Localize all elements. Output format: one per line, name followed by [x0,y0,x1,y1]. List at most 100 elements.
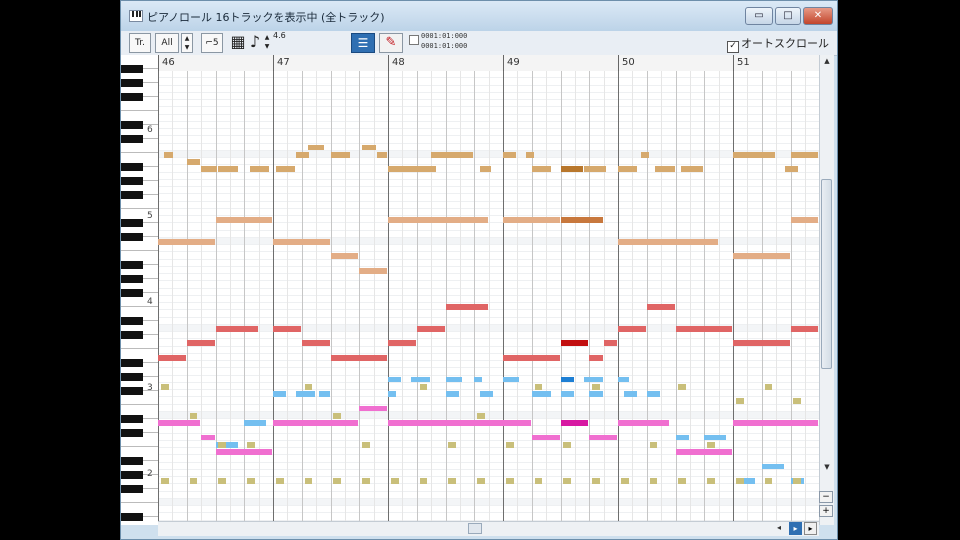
note-block[interactable] [333,478,341,484]
black-key[interactable] [121,219,143,227]
note-block[interactable] [304,383,313,390]
note-block[interactable] [589,434,617,441]
note-block[interactable] [273,420,359,426]
piano-keyboard[interactable]: 6 5 4 3 2 [121,55,159,525]
note-block[interactable] [307,144,324,151]
note-block[interactable] [419,478,428,484]
note-icon[interactable]: ♪ [249,33,261,53]
note-block[interactable] [681,166,704,172]
note-block[interactable] [390,478,399,484]
note-block[interactable] [431,151,448,158]
note-block[interactable] [330,253,359,259]
black-key[interactable] [121,121,143,129]
note-block[interactable] [388,340,416,346]
black-key[interactable] [121,93,143,101]
title-bar[interactable]: ピアノロール 16トラックを表示中 (全トラック) ▭ □ ✕ [121,1,837,31]
track-spin-icon[interactable]: ▲ ▼ [181,33,193,53]
note-grid[interactable] [158,71,819,521]
duration-button[interactable]: ⌐5 [201,33,223,53]
horizontal-scrollbar[interactable]: ◂ ▸ ▸ [158,521,819,536]
scroll-up-icon[interactable]: ▲ [821,57,833,67]
black-key[interactable] [121,471,143,479]
note-block[interactable] [388,217,488,223]
black-key[interactable] [121,289,143,297]
note-block[interactable] [215,449,272,455]
auto-scroll-option[interactable]: ✓ オートスクロール [727,35,829,53]
note-block[interactable] [618,325,646,332]
note-block[interactable] [560,217,603,223]
note-block[interactable] [784,166,799,172]
note-block[interactable] [275,478,284,484]
note-block[interactable] [707,441,715,448]
horizontal-scroll-thumb[interactable] [468,523,482,534]
note-block[interactable] [764,383,773,390]
note-block[interactable] [735,398,744,404]
note-block[interactable] [419,383,428,390]
note-block[interactable] [480,166,491,172]
black-key[interactable] [121,513,143,521]
note-block[interactable] [301,340,330,346]
black-key[interactable] [121,135,143,143]
measure-marker[interactable]: 51 [733,55,750,71]
note-block[interactable] [675,449,732,455]
note-block[interactable] [296,151,310,158]
scroll-right-end-icon[interactable]: ▸ [804,522,817,535]
note-block[interactable] [560,391,574,397]
note-block[interactable] [534,478,543,484]
minimize-button[interactable]: ▭ [745,7,773,25]
note-block[interactable] [583,376,603,383]
note-block[interactable] [333,412,341,419]
note-block[interactable] [186,340,215,346]
note-block[interactable] [603,340,617,346]
note-block[interactable] [704,434,727,441]
note-block[interactable] [319,391,330,397]
black-key[interactable] [121,317,143,325]
note-block[interactable] [445,304,488,310]
note-block[interactable] [416,325,445,332]
note-block[interactable] [503,151,517,158]
black-key[interactable] [121,373,143,381]
note-block[interactable] [790,325,819,332]
note-block[interactable] [244,420,267,426]
note-block[interactable] [531,391,551,397]
note-block[interactable] [733,340,790,346]
note-block[interactable] [623,391,638,397]
note-block[interactable] [560,340,589,346]
note-block[interactable] [273,325,301,332]
measure-marker[interactable]: 46 [158,55,175,71]
note-block[interactable] [589,391,603,397]
black-key[interactable] [121,233,143,241]
note-block[interactable] [218,441,226,448]
note-block[interactable] [646,304,675,310]
scroll-right-icon[interactable]: ▸ [789,522,802,535]
note-block[interactable] [733,151,776,158]
note-block[interactable] [620,478,629,484]
note-block[interactable] [388,376,402,383]
note-block[interactable] [158,420,201,426]
note-block[interactable] [411,376,431,383]
note-block[interactable] [733,253,790,259]
note-block[interactable] [589,354,603,361]
note-block[interactable] [526,151,534,158]
note-block[interactable] [163,151,173,158]
note-block[interactable] [531,434,560,441]
note-block[interactable] [678,478,686,484]
note-block[interactable] [646,391,661,397]
note-block[interactable] [388,420,531,426]
note-block[interactable] [247,441,255,448]
note-block[interactable] [201,434,215,441]
black-key[interactable] [121,275,143,283]
note-block[interactable] [503,217,560,223]
position-checkbox[interactable] [409,35,419,45]
note-block[interactable] [563,441,571,448]
note-block[interactable] [503,354,560,361]
note-block[interactable] [247,478,255,484]
piano-roll-view-button[interactable]: ☰ [351,33,375,53]
zoom-out-button[interactable]: − [819,491,833,503]
note-block[interactable] [649,478,658,484]
note-block[interactable] [477,478,485,484]
note-block[interactable] [563,478,571,484]
note-block[interactable] [296,391,316,397]
black-key[interactable] [121,485,143,493]
note-block[interactable] [761,463,784,470]
